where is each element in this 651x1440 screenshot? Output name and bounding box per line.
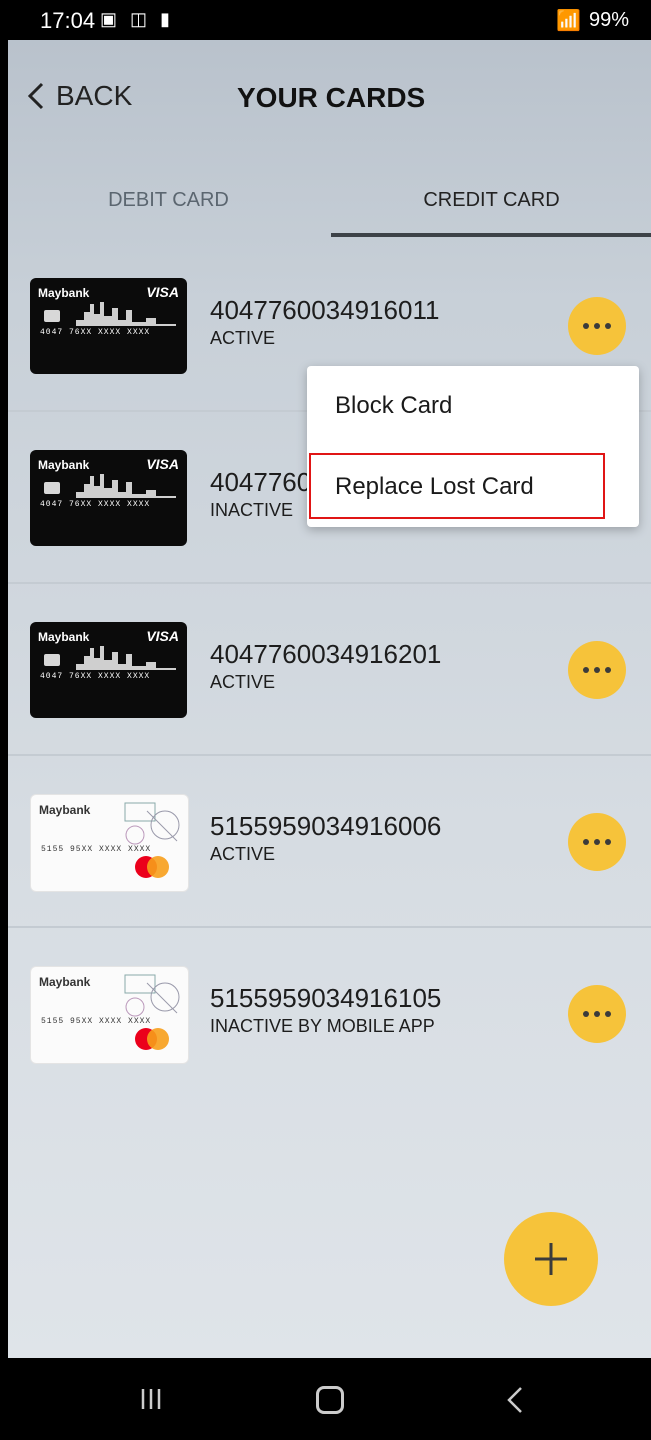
header: BACK YOUR CARDS [8, 40, 651, 150]
tab-debit-card[interactable]: DEBIT CARD [8, 180, 329, 240]
status-time: 17:04 [40, 8, 96, 33]
add-card-button[interactable] [504, 1212, 598, 1306]
card-bank-logo: Maybank [38, 286, 90, 300]
card-masked-number: 5155 95XX XXXX XXXX [41, 1017, 152, 1026]
card-image-visa: Maybank VISA 4047 76XX XXXX XXXX [30, 278, 187, 374]
menu-item-label: Replace Lost Card [335, 473, 534, 500]
dot-icon [583, 1011, 589, 1017]
visa-logo: VISA [146, 628, 179, 644]
back-button[interactable]: BACK [26, 80, 132, 112]
card-number: 4047760 [210, 467, 312, 497]
card-chip [44, 482, 60, 494]
status-bar: 17:04 ▣ ◫ ▮ 📶 99% [8, 0, 651, 40]
tab-credit-card[interactable]: CREDIT CARD [331, 180, 651, 240]
system-nav-bar [8, 1358, 651, 1440]
card-masked-number: 4047 76XX XXXX XXXX [40, 500, 151, 509]
dot-icon [605, 1011, 611, 1017]
battery-text: 99% [588, 9, 629, 31]
card-image-visa: Maybank VISA 4047 76XX XXXX XXXX [30, 450, 187, 546]
home-icon[interactable] [316, 1386, 344, 1414]
menu-item-replace-lost-card[interactable]: Replace Lost Card [307, 447, 639, 527]
dot-icon [605, 839, 611, 845]
card-chip [44, 310, 60, 322]
back-label: BACK [56, 80, 133, 111]
dot-icon [605, 667, 611, 673]
card-row[interactable]: Maybank 5155 95XX XXXX XXXX 515595903491… [8, 928, 651, 1098]
card-status: INACTIVE [210, 500, 294, 520]
dot-icon [594, 323, 600, 329]
visa-logo: VISA [146, 456, 179, 472]
more-options-button[interactable] [568, 641, 626, 699]
skyline-graphic [66, 302, 176, 326]
card-row[interactable]: Maybank 5155 95XX XXXX XXXX 515595903491… [8, 756, 651, 928]
back-nav-icon[interactable] [504, 1386, 526, 1414]
card-masked-number: 4047 76XX XXXX XXXX [40, 672, 151, 681]
card-bank-logo: Maybank [38, 458, 90, 472]
signal-icon: 📶 [556, 10, 581, 32]
tab-active-indicator [331, 233, 651, 237]
card-number: 5155959034916105 [210, 983, 442, 1013]
card-chip [44, 654, 60, 666]
card-row[interactable]: Maybank VISA 4047 76XX XXXX XXXX 4047760… [8, 584, 651, 756]
card-status: ACTIVE [210, 672, 276, 692]
app-frame: 17:04 ▣ ◫ ▮ 📶 99% BACK YOUR CARDS DEBIT … [8, 0, 651, 1440]
card-status: ACTIVE [210, 844, 276, 864]
card-masked-number: 4047 76XX XXXX XXXX [40, 328, 151, 337]
more-options-button[interactable] [568, 813, 626, 871]
skyline-graphic [66, 646, 176, 670]
cards-screen: BACK YOUR CARDS DEBIT CARD CREDIT CARD M… [8, 40, 651, 1358]
dot-icon [594, 667, 600, 673]
card-bank-logo: Maybank [38, 630, 90, 644]
card-status: ACTIVE [210, 328, 276, 348]
stamp-graphic [124, 974, 180, 1017]
more-options-button[interactable] [568, 297, 626, 355]
dot-icon [594, 1011, 600, 1017]
dot-icon [583, 323, 589, 329]
dot-icon [583, 667, 589, 673]
card-number: 4047760034916011 [210, 295, 440, 325]
stamp-graphic [124, 802, 180, 845]
status-right: 📶 99% [556, 8, 629, 33]
dot-icon [594, 839, 600, 845]
plus-icon [535, 1243, 567, 1275]
menu-item-block-card[interactable]: Block Card [307, 366, 639, 446]
notification-icons: ▣ ◫ ▮ [100, 9, 174, 29]
card-number: 4047760034916201 [210, 639, 442, 669]
recent-apps-icon[interactable] [138, 1386, 164, 1412]
mastercard-logo-icon [135, 856, 169, 878]
menu-item-label: Block Card [335, 392, 453, 419]
skyline-graphic [66, 474, 176, 498]
card-status: INACTIVE BY MOBILE APP [210, 1016, 435, 1036]
more-options-button[interactable] [568, 985, 626, 1043]
card-options-menu: Block Card Replace Lost Card [307, 366, 639, 527]
card-number: 5155959034916006 [210, 811, 442, 841]
mastercard-logo-icon [135, 1028, 169, 1050]
page-title: YOUR CARDS [237, 82, 426, 113]
chevron-left-icon [27, 82, 44, 110]
dot-icon [583, 839, 589, 845]
dot-icon [605, 323, 611, 329]
visa-logo: VISA [146, 284, 179, 300]
card-image-mastercard: Maybank 5155 95XX XXXX XXXX [30, 966, 189, 1064]
card-image-visa: Maybank VISA 4047 76XX XXXX XXXX [30, 622, 187, 718]
card-image-mastercard: Maybank 5155 95XX XXXX XXXX [30, 794, 189, 892]
card-masked-number: 5155 95XX XXXX XXXX [41, 845, 152, 854]
